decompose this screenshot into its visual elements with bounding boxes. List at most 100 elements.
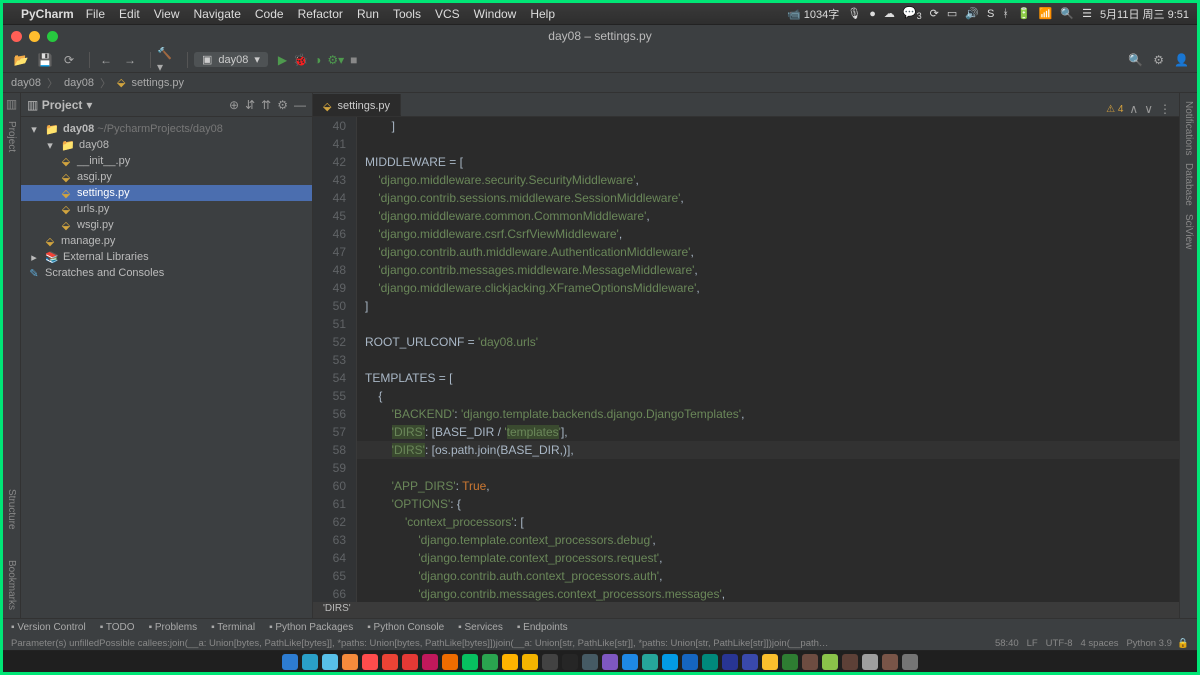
sync-icon[interactable]: ⟳ — [930, 7, 939, 20]
dock-app[interactable] — [382, 654, 398, 670]
dock-app[interactable] — [562, 654, 578, 670]
coverage-icon[interactable]: ◑ — [314, 53, 321, 67]
dock-app[interactable] — [342, 654, 358, 670]
control-center-icon[interactable]: ☰ — [1082, 7, 1092, 20]
collapse-icon[interactable]: ⇈ — [261, 98, 271, 112]
menu-run[interactable]: Run — [357, 7, 379, 21]
traffic-lights[interactable] — [11, 31, 58, 42]
tab-menu-icon[interactable]: ⋮ — [1159, 102, 1171, 116]
dock-app[interactable] — [322, 654, 338, 670]
shortcut-icon[interactable]: S — [987, 8, 994, 20]
dock-app[interactable] — [902, 654, 918, 670]
target-icon[interactable]: ⊕ — [229, 98, 239, 112]
clock[interactable]: 5月11日 周三 9:51 — [1100, 6, 1189, 22]
lock-icon[interactable]: 🔒 — [1177, 638, 1189, 649]
minimize-icon[interactable] — [29, 31, 40, 42]
dock-app[interactable] — [502, 654, 518, 670]
search-icon[interactable]: 🔍 — [1128, 53, 1143, 67]
crumb-0[interactable]: day08 — [11, 77, 41, 89]
dock-app[interactable] — [582, 654, 598, 670]
tool-version control[interactable]: ▪ Version Control — [11, 622, 86, 633]
tool-python packages[interactable]: ▪ Python Packages — [269, 622, 353, 633]
tool-endpoints[interactable]: ▪ Endpoints — [517, 622, 568, 633]
crumb-1[interactable]: day08 — [64, 77, 94, 89]
debug-icon[interactable]: 🐞 — [293, 53, 308, 67]
stop-icon[interactable]: ■ — [350, 53, 357, 67]
settings-icon[interactable]: ⚙ — [1153, 53, 1164, 67]
project-tool-label[interactable]: Project — [6, 121, 17, 152]
dock-app[interactable] — [422, 654, 438, 670]
tree-file[interactable]: ⬙wsgi.py — [21, 217, 312, 233]
dock-app[interactable] — [482, 654, 498, 670]
dock-app[interactable] — [882, 654, 898, 670]
mac-dock[interactable] — [3, 650, 1197, 672]
tree-file[interactable]: ⬙__init__.py — [21, 153, 312, 169]
refresh-icon[interactable]: ⟳ — [59, 50, 79, 70]
save-icon[interactable]: 💾 — [35, 50, 55, 70]
dock-app[interactable] — [822, 654, 838, 670]
battery-icon[interactable]: 🔋 — [1017, 7, 1031, 20]
dock-app[interactable] — [402, 654, 418, 670]
dock-app[interactable] — [622, 654, 638, 670]
volume-icon[interactable]: 🔊 — [965, 7, 979, 20]
dock-app[interactable] — [682, 654, 698, 670]
structure-tool-label[interactable]: Structure — [6, 489, 17, 530]
gear-icon[interactable]: ⚙ — [277, 98, 288, 112]
notifications-label[interactable]: Notifications — [1183, 101, 1194, 155]
profile-icon[interactable]: ⚙▾ — [327, 53, 344, 67]
run-config-selector[interactable]: ▣ day08 ▾ — [194, 52, 268, 67]
wifi-icon[interactable]: 📶 — [1039, 7, 1053, 20]
menu-help[interactable]: Help — [530, 7, 555, 21]
menu-code[interactable]: Code — [255, 7, 284, 21]
indent[interactable]: 4 spaces — [1081, 638, 1119, 649]
bookmarks-tool-label[interactable]: Bookmarks — [6, 560, 17, 610]
crumb-2[interactable]: settings.py — [131, 77, 184, 89]
menu-vcs[interactable]: VCS — [435, 7, 460, 21]
run-icon[interactable]: ▶ — [278, 53, 287, 67]
cloud-icon[interactable]: ☁ — [884, 7, 895, 20]
dock-app[interactable] — [542, 654, 558, 670]
menu-file[interactable]: File — [86, 7, 105, 21]
prev-highlight-icon[interactable]: ∧ — [1129, 102, 1138, 116]
zoom-icon[interactable] — [47, 31, 58, 42]
problems-badge[interactable]: ⚠ 4 — [1106, 104, 1123, 115]
code-editor[interactable]: 4041424344454647484950515253545556575859… — [313, 117, 1179, 602]
dock-app[interactable] — [802, 654, 818, 670]
dock-app[interactable] — [642, 654, 658, 670]
app-name[interactable]: PyCharm — [21, 7, 74, 21]
menu-tools[interactable]: Tools — [393, 7, 421, 21]
user-icon[interactable]: 👤 — [1174, 53, 1189, 67]
dock-app[interactable] — [862, 654, 878, 670]
interpreter[interactable]: Python 3.9 — [1126, 638, 1171, 649]
tool-python console[interactable]: ▪ Python Console — [367, 622, 444, 633]
mic-icon[interactable]: 🎙 — [847, 7, 861, 20]
nav-back-icon[interactable]: ← — [96, 50, 116, 70]
dock-app[interactable] — [442, 654, 458, 670]
wechat-icon[interactable]: 💬3 — [903, 6, 922, 21]
dock-app[interactable] — [282, 654, 298, 670]
dock-app[interactable] — [302, 654, 318, 670]
menu-view[interactable]: View — [154, 7, 180, 21]
tree-file[interactable]: ⬙settings.py — [21, 185, 312, 201]
dock-app[interactable] — [462, 654, 478, 670]
bluetooth-icon[interactable]: ᚼ — [1002, 8, 1009, 20]
dock-app[interactable] — [702, 654, 718, 670]
dock-app[interactable] — [362, 654, 378, 670]
dock-app[interactable] — [782, 654, 798, 670]
tree-file[interactable]: ⬙urls.py — [21, 201, 312, 217]
dock-app[interactable] — [522, 654, 538, 670]
database-label[interactable]: Database — [1183, 163, 1194, 206]
project-panel-title[interactable]: Project — [42, 98, 83, 112]
nav-fwd-icon[interactable]: → — [120, 50, 140, 70]
project-tree[interactable]: ▾📁day08 ~/PycharmProjects/day08 ▾📁day08 … — [21, 117, 312, 285]
dock-app[interactable] — [742, 654, 758, 670]
sciview-label[interactable]: SciView — [1183, 214, 1194, 249]
tool-terminal[interactable]: ▪ Terminal — [211, 622, 255, 633]
project-tool-icon[interactable]: ▥ — [6, 97, 17, 111]
build-icon[interactable]: 🔨▾ — [157, 50, 177, 70]
menu-navigate[interactable]: Navigate — [194, 7, 241, 21]
expand-icon[interactable]: ⇵ — [245, 98, 255, 112]
open-icon[interactable]: 📂 — [11, 50, 31, 70]
menu-refactor[interactable]: Refactor — [298, 7, 343, 21]
dock-app[interactable] — [602, 654, 618, 670]
